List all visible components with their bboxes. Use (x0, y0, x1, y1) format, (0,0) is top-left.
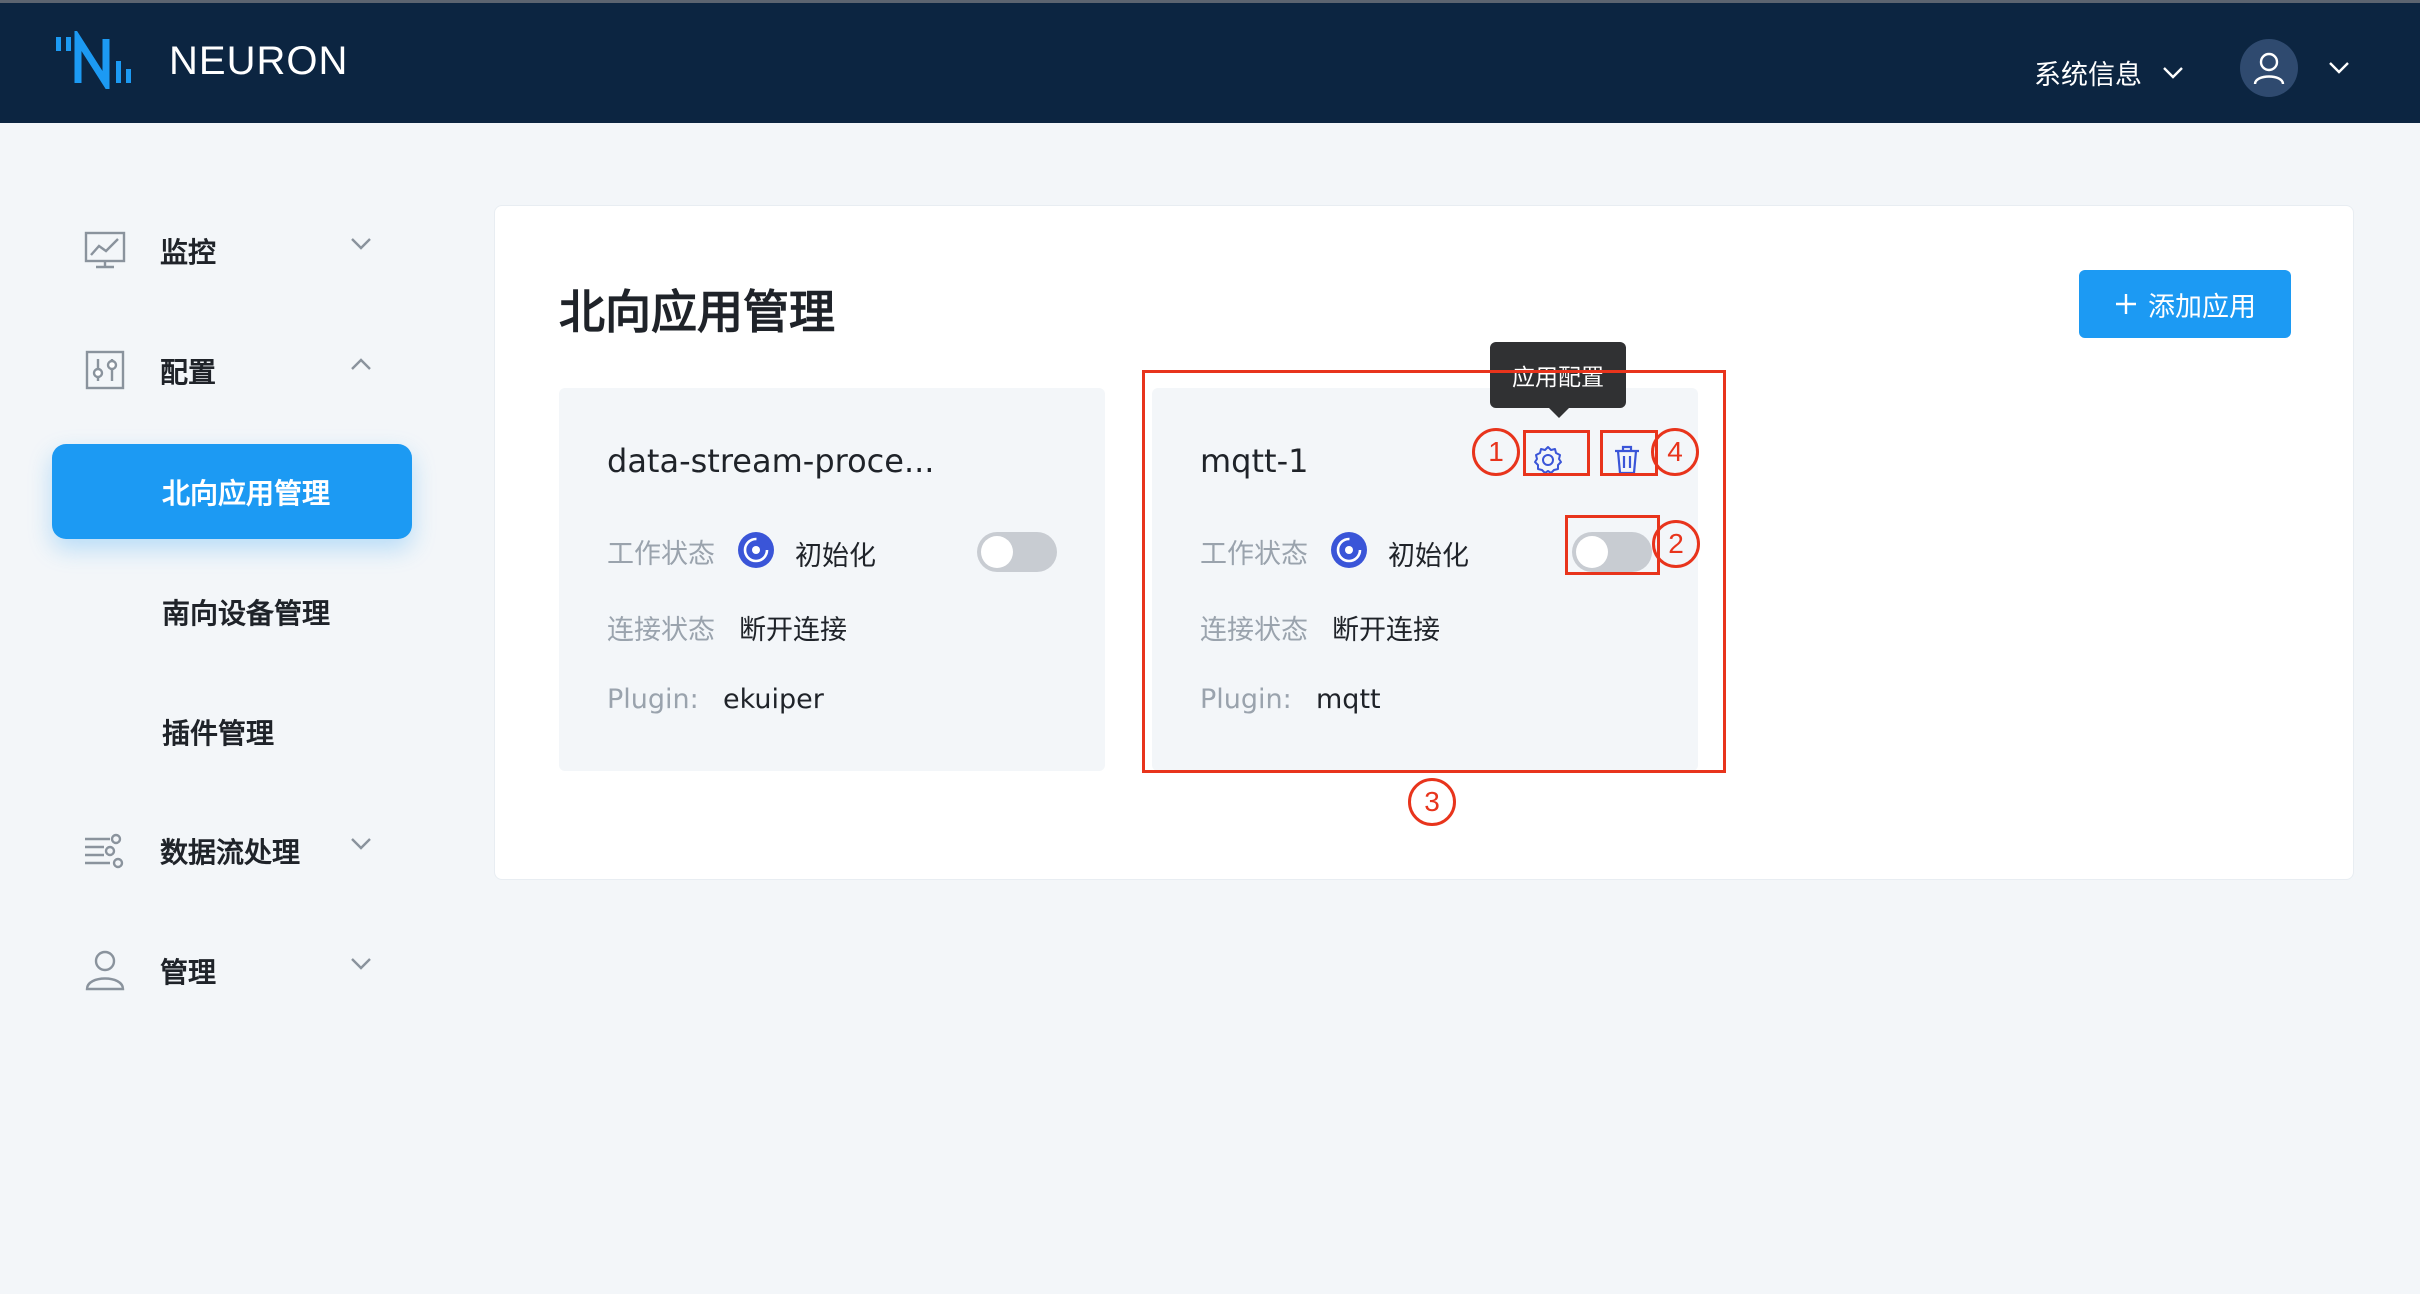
annotation-box-toggle (1565, 515, 1660, 575)
page-title: 北向应用管理 (559, 285, 835, 339)
work-status-value: 初始化 (795, 541, 876, 572)
brand-name: NEURON (169, 39, 349, 83)
sidebar-item-config[interactable]: 配置 (52, 323, 412, 418)
sidebar-item-data-processing[interactable]: 数据流处理 (52, 803, 412, 898)
system-info-label: 系统信息 (2034, 60, 2142, 91)
user-icon (2253, 52, 2285, 85)
add-app-button[interactable]: 添加应用 (2079, 270, 2291, 338)
sidebar-item-admin[interactable]: 管理 (52, 923, 412, 1018)
enable-toggle[interactable] (977, 532, 1057, 572)
annotation-marker: 2 (1652, 520, 1700, 568)
sidebar-item-southbound-devices[interactable]: 南向设备管理 (52, 564, 412, 659)
user-icon (85, 950, 125, 991)
annotation-marker: 3 (1408, 778, 1456, 826)
plus-icon (2116, 294, 2136, 314)
sidebar: 监控 配置 北向应用管理 南向设备管理 插件管理 数据流处理 管理 (0, 123, 470, 1294)
sidebar-item-plugins[interactable]: 插件管理 (52, 684, 412, 779)
user-avatar[interactable] (2240, 39, 2298, 97)
sidebar-item-label: 北向应用管理 (162, 476, 331, 510)
sidebar-item-label: 管理 (160, 955, 217, 989)
annotation-box-delete (1600, 430, 1658, 476)
top-bar: NEURON 系统信息 (0, 0, 2420, 123)
status-init-icon (738, 532, 774, 568)
annotation-box-settings (1523, 430, 1590, 476)
toggle-knob (981, 536, 1013, 568)
sliders-icon (85, 350, 125, 390)
app-name: data-stream-proce... (607, 442, 935, 480)
plugin-value: ekuiper (723, 684, 824, 715)
chevron-down-icon (2163, 66, 2183, 79)
connection-status-label: 连接状态 (607, 615, 715, 646)
chevron-down-icon (351, 958, 371, 970)
sidebar-item-label: 数据流处理 (160, 835, 301, 869)
neuron-logo-icon (56, 31, 131, 89)
sidebar-item-monitor[interactable]: 监控 (52, 203, 412, 298)
data-flow-icon (85, 833, 124, 869)
chevron-down-icon (351, 238, 371, 250)
annotation-marker: 1 (1472, 428, 1520, 476)
plugin-label: Plugin: (607, 684, 699, 715)
annotation-marker: 4 (1651, 428, 1699, 476)
chevron-up-icon (351, 358, 371, 370)
app-card[interactable]: data-stream-proce... 工作状态 初始化 连接状态 断开连接 … (559, 388, 1105, 771)
connection-status-value: 断开连接 (739, 615, 847, 646)
chevron-down-icon[interactable] (2328, 61, 2350, 75)
add-app-label: 添加应用 (2148, 291, 2256, 323)
sidebar-item-label: 配置 (160, 355, 217, 389)
sidebar-item-label: 南向设备管理 (162, 596, 331, 630)
sidebar-item-label: 插件管理 (162, 716, 275, 750)
work-status-label: 工作状态 (607, 539, 715, 570)
chevron-down-icon (351, 838, 371, 850)
sidebar-item-label: 监控 (160, 235, 217, 269)
system-info-dropdown[interactable]: 系统信息 (2034, 53, 2184, 92)
sidebar-item-northbound-apps[interactable]: 北向应用管理 (52, 444, 412, 539)
monitor-chart-icon (84, 231, 126, 269)
